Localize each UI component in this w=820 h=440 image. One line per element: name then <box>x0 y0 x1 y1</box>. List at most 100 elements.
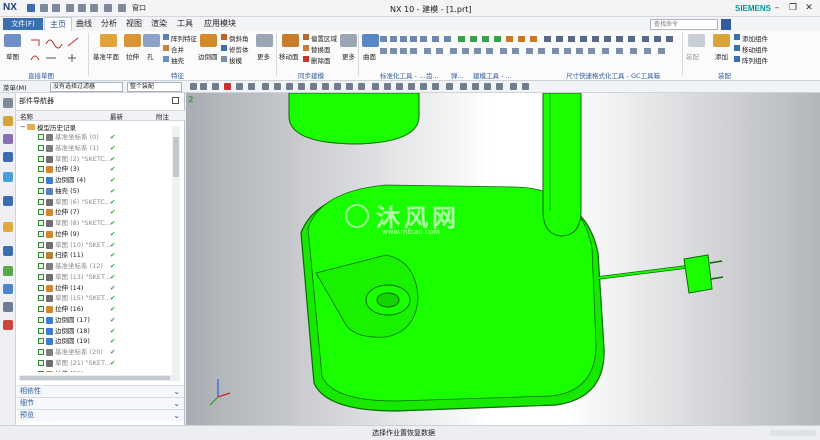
select-face-icon[interactable] <box>236 83 243 90</box>
selection-scope-dropdown[interactable]: 整个装配 <box>127 82 182 92</box>
visibility-checkbox[interactable] <box>38 177 44 183</box>
visibility-checkbox[interactable] <box>38 263 44 269</box>
move-face-label[interactable]: 移动面 <box>279 51 299 61</box>
toolbox-icon-grid[interactable] <box>380 35 680 65</box>
minimize-icon[interactable]: – <box>772 3 782 13</box>
visibility-checkbox[interactable] <box>38 295 44 302</box>
web-browser-icon[interactable] <box>3 222 13 232</box>
paste-icon[interactable] <box>90 4 98 12</box>
visibility-checkbox[interactable] <box>38 166 44 173</box>
sketch-curve-tools[interactable] <box>28 34 84 66</box>
visibility-checkbox[interactable] <box>38 252 44 259</box>
assembly-navigator-icon[interactable] <box>3 116 13 126</box>
feature-row[interactable]: 拉伸 (16) ✔ <box>16 304 174 315</box>
select-body-icon[interactable] <box>248 83 255 90</box>
assemble-label[interactable]: 装配 <box>686 51 699 61</box>
constraint-navigator-icon[interactable] <box>3 134 13 144</box>
tab-applications[interactable]: 应用模块 <box>199 17 241 31</box>
model-history-node[interactable]: 模型历史记录 <box>37 122 76 132</box>
snap-face-icon[interactable] <box>460 83 467 90</box>
visibility-checkbox[interactable] <box>38 306 44 312</box>
roles-icon[interactable] <box>3 302 13 312</box>
more-sync-icon[interactable] <box>340 34 357 47</box>
feature-row[interactable]: 抽壳 (5) ✔ <box>16 186 174 197</box>
save-icon[interactable] <box>27 4 35 12</box>
part-navigator-icon[interactable] <box>3 152 13 162</box>
extrude-label[interactable]: 拉伸 <box>126 51 139 61</box>
assemble-icon[interactable] <box>688 34 705 47</box>
collapse-icon[interactable]: − <box>20 123 26 131</box>
feature-row[interactable]: 扫掠 (11) ✔ <box>16 250 174 261</box>
sketch-icon[interactable] <box>4 34 21 47</box>
add-label[interactable]: 添加 <box>715 51 728 61</box>
process-studio-icon[interactable] <box>3 284 13 294</box>
visibility-checkbox[interactable] <box>38 230 44 237</box>
restore-icon[interactable]: ❐ <box>788 3 798 13</box>
search-icon[interactable] <box>721 19 731 30</box>
lamp-stem[interactable] <box>542 93 582 237</box>
snap-clear-icon[interactable] <box>496 83 503 90</box>
unite-label[interactable]: 合并 <box>171 44 184 54</box>
feature-row[interactable]: 草图 (15) "SKET... ✔ <box>16 293 174 304</box>
feature-row[interactable]: 拉伸 (22) ✔ <box>16 369 174 372</box>
replace-face-label[interactable]: 替换面 <box>311 44 331 54</box>
select-curve-icon[interactable] <box>212 83 219 90</box>
navigator-hscroll-thumb[interactable] <box>20 376 170 380</box>
select-edge-icon[interactable] <box>262 83 269 90</box>
move-face-icon[interactable] <box>282 34 299 47</box>
graphics-window[interactable]: 2 沐风网 www.mfcad.com <box>186 93 820 425</box>
close-icon[interactable]: ✕ <box>804 3 814 13</box>
tab-curve[interactable]: 曲线 <box>71 17 97 31</box>
edge-blend-label[interactable]: 边倒圆 <box>198 51 218 61</box>
visibility-checkbox[interactable] <box>38 220 44 226</box>
snap-settings-icon[interactable] <box>510 83 517 90</box>
more-features-label[interactable]: 更多 <box>257 51 270 61</box>
snap-curve-icon[interactable] <box>346 83 353 90</box>
feature-row[interactable]: 拉伸 (7) ✔ <box>16 207 174 218</box>
model-view[interactable] <box>186 93 820 425</box>
maximize-panel-icon[interactable] <box>172 97 179 104</box>
power-plug[interactable] <box>683 254 713 294</box>
datum-plane-label[interactable]: 基准平面 <box>93 51 119 61</box>
surface-icon[interactable] <box>362 34 379 47</box>
tab-file[interactable]: 文件(F) <box>3 18 43 30</box>
select-point-icon[interactable] <box>286 83 293 90</box>
feature-row[interactable]: 草图 (2) "SKETC... ✔ <box>16 154 174 165</box>
hole-icon[interactable] <box>143 34 160 47</box>
feature-row[interactable]: 拉伸 (9) ✔ <box>16 229 174 240</box>
pane-details[interactable]: 细节 ⌄ <box>17 397 184 409</box>
snap-midpoint-icon[interactable] <box>322 83 329 90</box>
select-region-icon[interactable] <box>298 83 305 90</box>
selection-filter-dropdown[interactable]: 没有选择过滤器 <box>50 82 123 92</box>
visibility-checkbox[interactable] <box>38 349 44 355</box>
visibility-checkbox[interactable] <box>38 370 44 372</box>
main-menu-button[interactable]: 菜单(M) <box>3 82 27 92</box>
column-latest[interactable]: 最新 <box>110 111 123 121</box>
visibility-checkbox[interactable] <box>38 209 44 216</box>
visibility-checkbox[interactable] <box>38 144 44 151</box>
feature-row[interactable]: 草图 (21) "SKET... ✔ <box>16 358 174 369</box>
pane-dependencies[interactable]: 相依性 ⌄ <box>17 385 184 397</box>
shell-label[interactable]: 抽壳 <box>171 55 184 65</box>
snap-curve-pole-icon[interactable] <box>472 83 479 90</box>
feature-row[interactable]: 草图 (10) "SKET... ✔ <box>16 240 174 251</box>
undo-icon[interactable] <box>40 4 48 12</box>
visibility-checkbox[interactable] <box>38 273 44 280</box>
visibility-checkbox[interactable] <box>38 316 44 323</box>
edge-blend-icon[interactable] <box>200 34 217 47</box>
datum-plane-icon[interactable] <box>100 34 117 47</box>
lamp-shade-bottom[interactable] <box>288 93 420 145</box>
add-component-label[interactable]: 添加组件 <box>742 33 768 43</box>
touch-mode-icon[interactable] <box>118 4 126 12</box>
snap-icon[interactable] <box>190 83 197 90</box>
feature-row[interactable]: 基准坐标系 (0) ✔ <box>16 132 174 143</box>
tab-view[interactable]: 视图 <box>121 17 147 31</box>
delete-face-label[interactable]: 删除面 <box>311 55 331 65</box>
more-sync-label[interactable]: 更多 <box>342 51 355 61</box>
feature-row[interactable]: 边倒圆 (18) ✔ <box>16 326 174 337</box>
snap-endpoint-icon[interactable] <box>310 83 317 90</box>
tab-render[interactable]: 渲染 <box>146 17 172 31</box>
visibility-checkbox[interactable] <box>38 134 44 140</box>
settings-gear-icon[interactable] <box>3 98 13 108</box>
add-icon[interactable] <box>713 34 730 47</box>
